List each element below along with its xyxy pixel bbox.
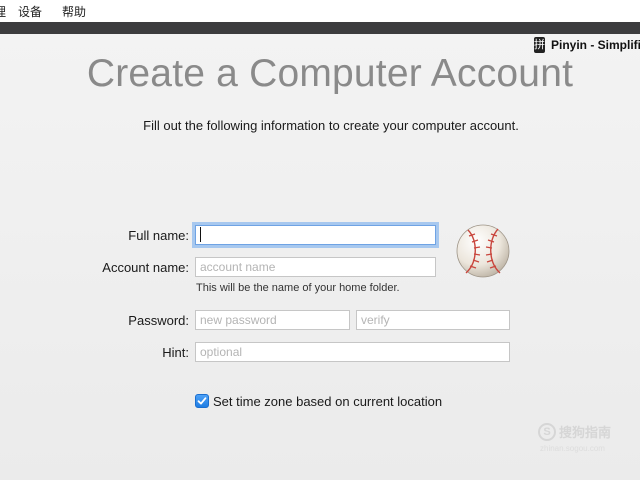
menu-bar: 理 设备 帮助 xyxy=(0,0,640,22)
watermark: S 搜狗指南 xyxy=(538,422,611,441)
window-top-bar xyxy=(0,22,640,34)
checkmark-icon xyxy=(197,397,207,405)
menu-item-devices[interactable]: 设备 xyxy=(18,3,42,20)
timezone-checkbox-label[interactable]: Set time zone based on current location xyxy=(213,394,442,409)
verify-password-field[interactable] xyxy=(356,310,510,330)
account-name-label: Account name: xyxy=(102,260,189,275)
timezone-checkbox[interactable] xyxy=(195,394,209,408)
watermark-subtext: zhinan.sogou.com xyxy=(540,444,605,453)
page-title: Create a Computer Account xyxy=(86,52,574,95)
pinyin-icon: 拼 xyxy=(534,37,545,53)
full-name-label: Full name: xyxy=(128,228,189,243)
text-caret xyxy=(200,227,201,242)
hint-label: Hint: xyxy=(162,345,189,360)
page-subtitle: Fill out the following information to cr… xyxy=(143,118,519,133)
hint-field[interactable] xyxy=(195,342,510,362)
password-field[interactable] xyxy=(195,310,350,330)
sogou-logo-icon: S xyxy=(538,422,556,441)
password-label: Password: xyxy=(128,313,189,328)
account-name-field[interactable] xyxy=(195,257,436,277)
menu-item-help[interactable]: 帮助 xyxy=(62,3,86,20)
full-name-field[interactable] xyxy=(195,225,436,245)
input-source-label: Pinyin - Simplified xyxy=(551,38,640,52)
menu-item-partial[interactable]: 理 xyxy=(0,3,6,20)
baseball-icon[interactable] xyxy=(456,224,510,278)
input-source-indicator[interactable]: 拼 Pinyin - Simplified xyxy=(534,37,640,53)
watermark-text: 搜狗指南 xyxy=(559,425,612,440)
account-name-help: This will be the name of your home folde… xyxy=(196,282,400,294)
